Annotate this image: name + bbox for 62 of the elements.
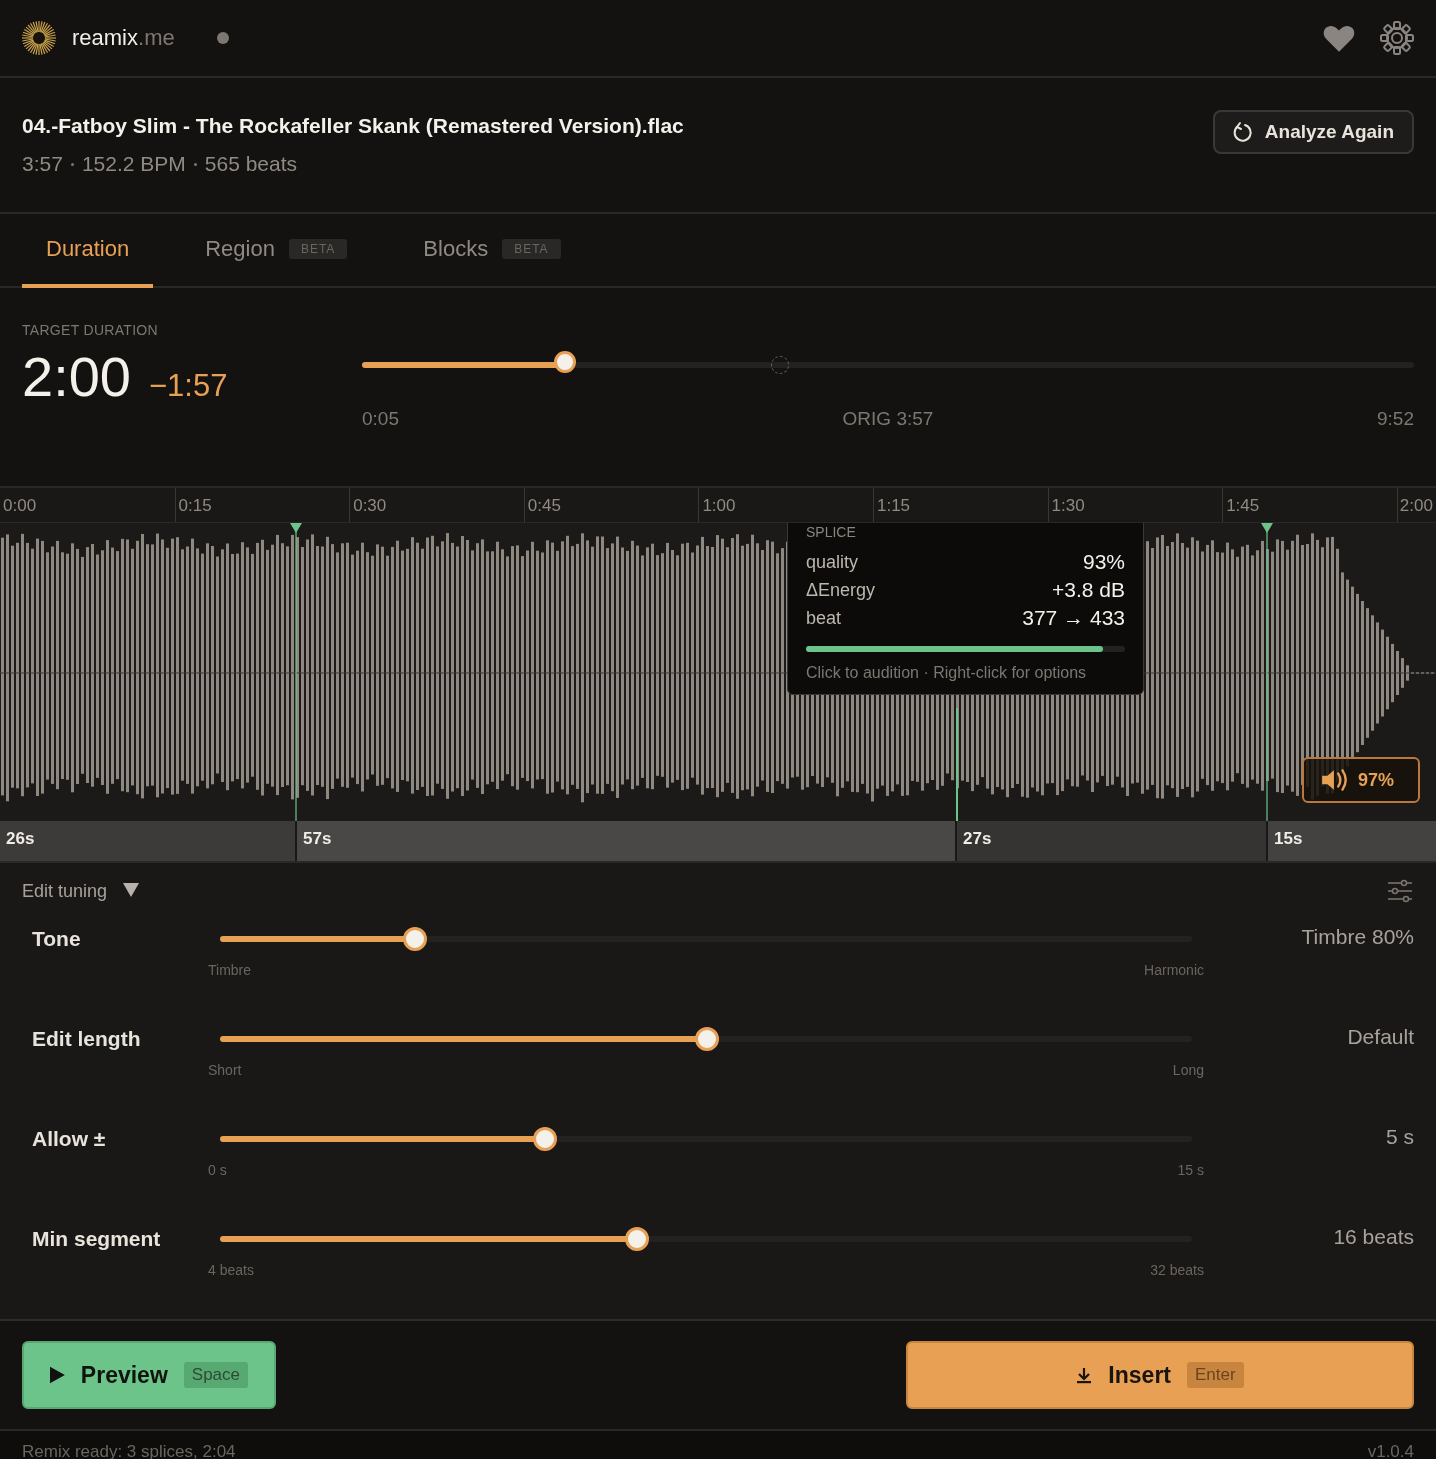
track-duration: 3:57 [22, 152, 63, 176]
segment-label[interactable]: 15s [1266, 821, 1436, 861]
slider-value: Default [1346, 1024, 1414, 1050]
slider-max-label: Harmonic [1144, 962, 1204, 978]
slider-max-label: Long [1172, 1062, 1204, 1078]
segment-label[interactable]: 26s [0, 821, 295, 861]
beta-badge: BETA [288, 239, 348, 259]
time-tick: 1:45 [1222, 488, 1397, 522]
target-duration-value: 2:00 [22, 344, 131, 409]
slider-label: Allow ± [31, 1126, 107, 1152]
duration-delta: −1:57 [149, 368, 228, 404]
slider-value: Timbre 80% [1300, 924, 1414, 950]
slider-label: Min segment [31, 1226, 162, 1252]
slider-max-label: 32 beats [1150, 1262, 1204, 1278]
tab[interactable]: Region BETA [181, 214, 372, 288]
slider-min-label: 0:05 [362, 408, 399, 430]
tooltip-title: SPLICE [806, 524, 857, 540]
time-tick: 1:30 [1047, 488, 1223, 522]
slider-label: Edit length [31, 1026, 142, 1052]
target-duration-label: TARGET DURATION [22, 322, 159, 338]
stat-label: ΔEnergy [806, 579, 876, 601]
tooltip-hint: Click to audition · Right-click for options [806, 664, 1088, 682]
volume-button[interactable]: 97% [1302, 757, 1420, 803]
time-tick: 0:00 [2, 495, 38, 517]
tab[interactable]: Blocks BETA [399, 214, 585, 288]
version-label: v1.0.4 [1367, 1441, 1414, 1459]
time-tick: 1:15 [872, 488, 1048, 522]
segment-label[interactable]: 27s [955, 821, 1266, 861]
stat-label: quality [806, 551, 859, 573]
segment-label[interactable]: 57s [295, 821, 955, 861]
track-beats: 565 beats [204, 152, 298, 176]
preview-button[interactable]: Preview Space [22, 1341, 276, 1409]
time-tick: 0:30 [349, 488, 524, 522]
slider-value: 5 s [1385, 1124, 1414, 1150]
time-tick: 2:00 [1396, 488, 1436, 522]
slider-value: 16 beats [1332, 1224, 1414, 1250]
slider-min-label: 0 s [208, 1162, 227, 1178]
time-tick: 0:15 [174, 488, 350, 522]
stat-value: 93% [1082, 550, 1125, 574]
slider-label: Tone [31, 926, 82, 952]
time-tick: 0:45 [523, 488, 699, 522]
slider-min-label: 4 beats [208, 1262, 254, 1278]
insert-button[interactable]: Insert Enter [906, 1341, 1414, 1409]
slider-min-label: Timbre [208, 962, 252, 978]
analyze-again-button[interactable]: Analyze Again [1212, 110, 1414, 154]
slider-max-label: 15 s [1177, 1162, 1204, 1178]
time-tick: 1:00 [698, 488, 873, 522]
stat-value: 377 → 433 [1022, 606, 1125, 630]
stat-value: +3.8 dB [1052, 578, 1125, 602]
beta-badge: BETA [502, 239, 561, 259]
tab[interactable]: Duration [22, 214, 154, 288]
shortcut-key: Enter [1187, 1362, 1244, 1388]
brand-domain: .me [138, 25, 175, 51]
track-bpm: 152.2 BPM [81, 152, 186, 176]
shortcut-key: Space [183, 1362, 248, 1388]
slider-max-label: 9:52 [1377, 408, 1414, 430]
original-duration-label: ORIG 3:57 [842, 408, 934, 430]
slider-min-label: Short [208, 1062, 242, 1078]
edit-tuning-toggle[interactable]: Edit tuning [22, 880, 140, 902]
track-title: 04.-Fatboy Slim - The Rockafeller Skank (Remastered Version).flac [22, 114, 684, 138]
stat-label: beat [806, 607, 842, 629]
brand-name: reamix [72, 25, 138, 51]
